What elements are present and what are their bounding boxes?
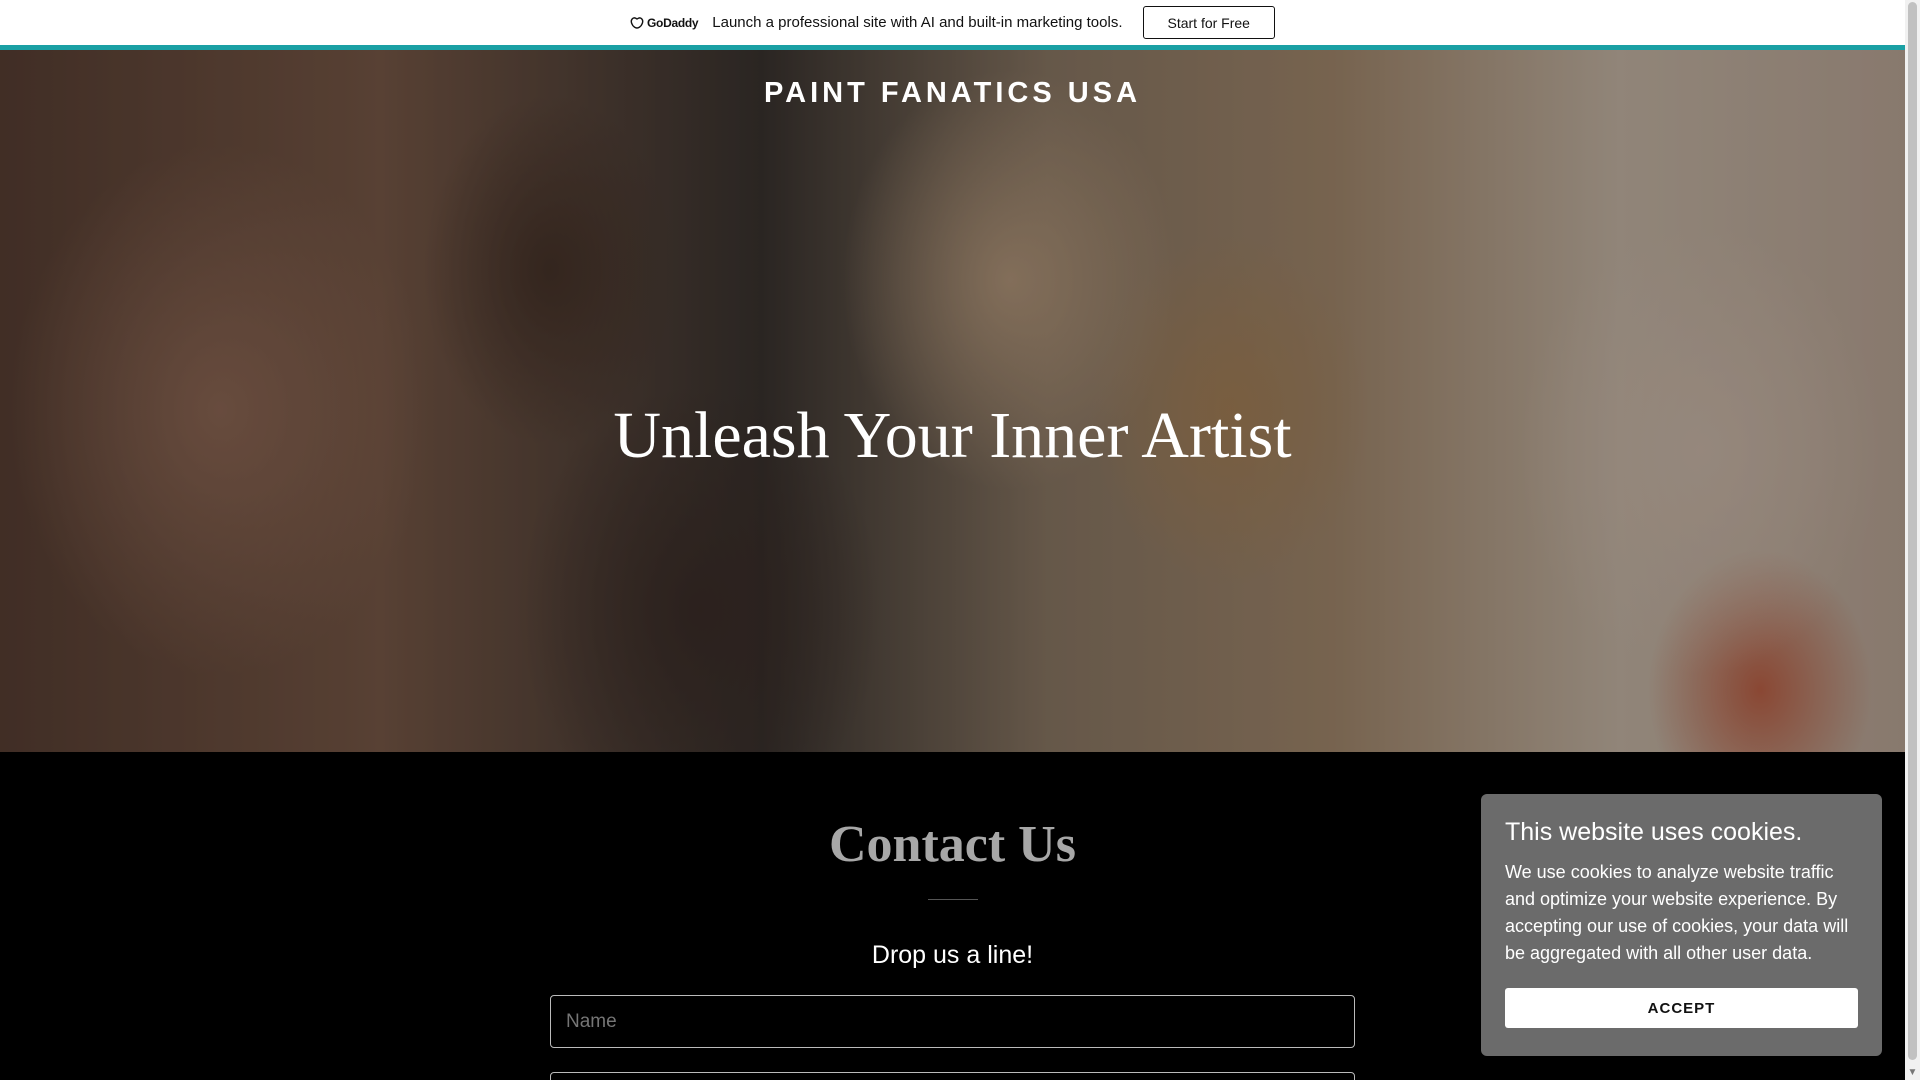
promo-text: Launch a professional site with AI and b… bbox=[712, 14, 1123, 31]
godaddy-logo[interactable]: GoDaddy bbox=[630, 15, 699, 30]
email-input[interactable] bbox=[550, 1072, 1355, 1080]
scrollbar-thumb[interactable] bbox=[1908, 2, 1917, 1060]
promo-bar: GoDaddy Launch a professional site with … bbox=[0, 0, 1905, 45]
godaddy-icon bbox=[630, 16, 644, 29]
hero-heading: Unleash Your Inner Artist bbox=[613, 399, 1292, 472]
scroll-down-arrow-icon[interactable]: ▼ bbox=[1905, 1067, 1920, 1078]
hero-section: PAINT FANATICS USA Unleash Your Inner Ar… bbox=[0, 50, 1905, 752]
name-input[interactable] bbox=[550, 995, 1355, 1048]
start-for-free-button[interactable]: Start for Free bbox=[1142, 6, 1275, 39]
cookie-banner: This website uses cookies. We use cookie… bbox=[1481, 794, 1882, 1056]
godaddy-wordmark: GoDaddy bbox=[647, 15, 699, 30]
site-title[interactable]: PAINT FANATICS USA bbox=[0, 77, 1905, 110]
accept-cookies-button[interactable]: ACCEPT bbox=[1505, 988, 1858, 1028]
cookie-title: This website uses cookies. bbox=[1505, 818, 1803, 846]
scrollbar[interactable]: ▼ bbox=[1905, 0, 1920, 1080]
section-divider bbox=[928, 899, 978, 900]
cookie-message: We use cookies to analyze website traffi… bbox=[1505, 862, 1849, 963]
